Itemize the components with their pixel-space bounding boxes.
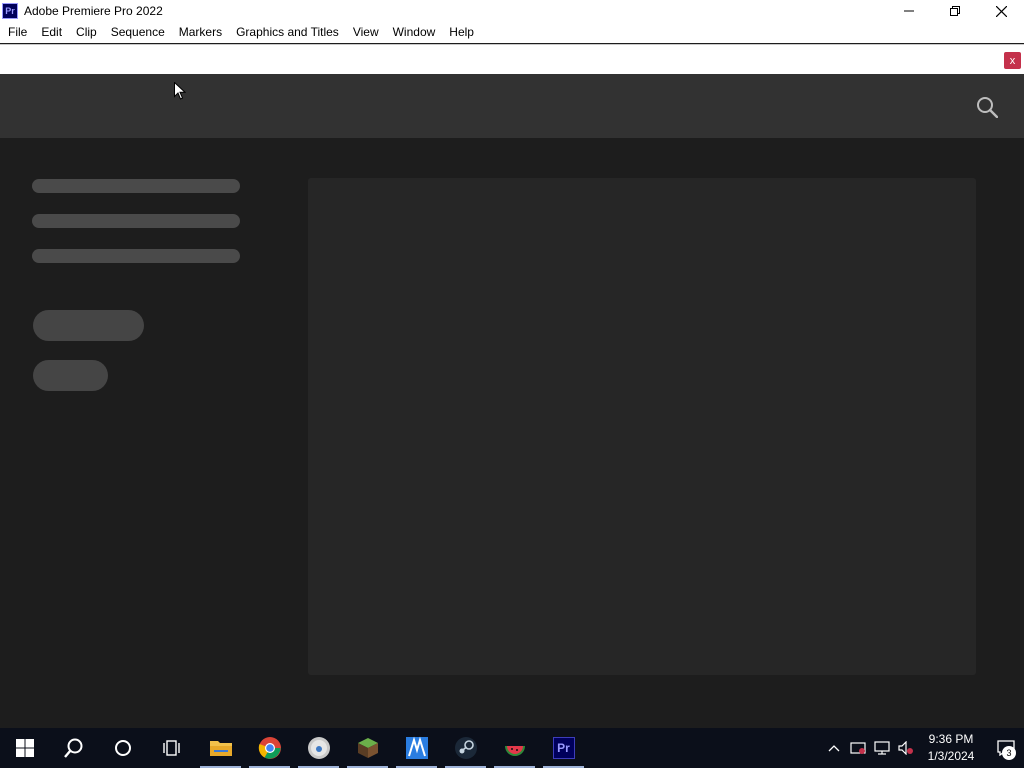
melon-app-icon: [504, 746, 525, 756]
title-bar: Pr Adobe Premiere Pro 2022: [0, 0, 1024, 22]
minimize-button[interactable]: [886, 0, 932, 22]
taskbar-steam[interactable]: [441, 728, 490, 768]
mouse-cursor-icon: [174, 82, 186, 100]
show-hidden-icons-button[interactable]: [822, 728, 846, 768]
clock-date: 1/3/2024: [927, 749, 975, 763]
globe-app-icon: [307, 737, 330, 759]
clock-time: 9:36 PM: [928, 732, 974, 746]
restore-button[interactable]: [932, 0, 978, 22]
minecraft-icon: [357, 738, 378, 758]
taskbar-search-button[interactable]: [49, 728, 98, 768]
menu-window[interactable]: Window: [386, 22, 443, 43]
window-title: Adobe Premiere Pro 2022: [24, 4, 163, 18]
windows-start-icon: [15, 739, 34, 757]
tray-security-button[interactable]: [846, 728, 870, 768]
chrome-icon: [258, 737, 281, 759]
taskbar-globe-app[interactable]: [294, 728, 343, 768]
taskbar-clock[interactable]: 9:36 PM 1/3/2024: [922, 731, 980, 765]
tray-network-button[interactable]: [870, 728, 894, 768]
taskbar-blue-app[interactable]: [392, 728, 441, 768]
search-icon: [63, 738, 82, 758]
loading-placeholder-button: [33, 310, 144, 341]
steam-icon: [454, 737, 477, 759]
security-icon: [850, 742, 866, 754]
start-button[interactable]: [0, 728, 49, 768]
taskbar-minecraft[interactable]: [343, 728, 392, 768]
tray-volume-button[interactable]: [894, 728, 918, 768]
taskbar-premiere[interactable]: Pr: [539, 728, 588, 768]
premiere-icon: Pr: [552, 737, 575, 759]
loading-content-panel: [308, 178, 976, 675]
taskbar-melon-app[interactable]: [490, 728, 539, 768]
loading-placeholder-line: [32, 249, 240, 263]
folder-icon: [209, 741, 232, 756]
loading-placeholder-line: [32, 179, 240, 193]
menu-graphics-and-titles[interactable]: Graphics and Titles: [229, 22, 346, 43]
home-header: [0, 74, 1024, 138]
premiere-app-icon: Pr: [2, 3, 18, 19]
taskbar-chrome[interactable]: [245, 728, 294, 768]
minimize-icon: [904, 10, 914, 12]
notification-count-badge: 3: [1002, 746, 1016, 760]
loading-placeholder-button: [33, 360, 108, 391]
notification-strip: x: [0, 44, 1024, 74]
menu-markers[interactable]: Markers: [172, 22, 229, 43]
cortana-button[interactable]: [98, 728, 147, 768]
menu-sequence[interactable]: Sequence: [104, 22, 172, 43]
network-icon: [874, 741, 890, 755]
cortana-icon: [114, 740, 131, 756]
home-main: [0, 138, 1024, 728]
menu-help[interactable]: Help: [442, 22, 481, 43]
task-view-button[interactable]: [147, 728, 196, 768]
menu-file[interactable]: File: [1, 22, 34, 43]
menu-edit[interactable]: Edit: [34, 22, 69, 43]
restore-icon: [950, 6, 960, 16]
system-tray: 9:36 PM 1/3/2024 3: [822, 728, 1024, 768]
task-view-icon: [162, 740, 180, 756]
volume-muted-icon: [898, 741, 913, 755]
menu-view[interactable]: View: [346, 22, 386, 43]
close-icon: [995, 5, 1007, 17]
window-controls: [886, 0, 1024, 22]
menu-clip[interactable]: Clip: [69, 22, 104, 43]
blue-app-icon: [405, 736, 428, 759]
windows-taskbar: Pr 9:36 PM 1/3/2024 3: [0, 728, 1024, 768]
action-center-button[interactable]: 3: [988, 728, 1024, 768]
taskbar-file-explorer[interactable]: [196, 728, 245, 768]
loading-placeholder-line: [32, 214, 240, 228]
close-button[interactable]: [978, 0, 1024, 22]
menu-bar: File Edit Clip Sequence Markers Graphics…: [0, 22, 1024, 43]
chevron-up-icon: [828, 745, 840, 752]
notification-close-button[interactable]: x: [1004, 52, 1021, 69]
search-icon: [977, 97, 999, 119]
search-button[interactable]: [976, 96, 999, 119]
